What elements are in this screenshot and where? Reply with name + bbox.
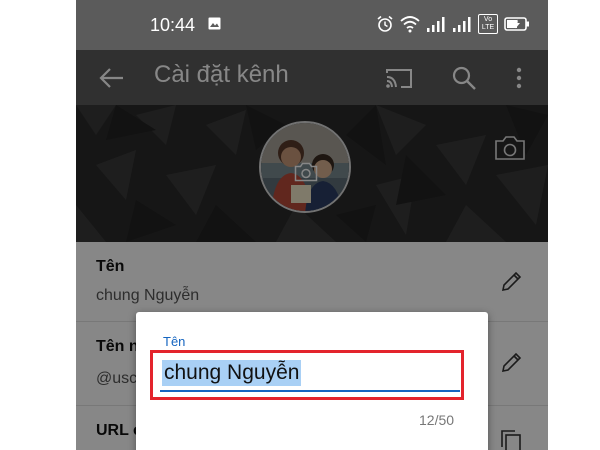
name-input-value[interactable]: chung Nguyễn bbox=[162, 360, 302, 386]
alarm-icon bbox=[377, 15, 393, 32]
battery-charging-icon bbox=[504, 17, 529, 31]
wifi-icon bbox=[400, 16, 420, 33]
volte-icon: Vo LTE bbox=[478, 14, 498, 34]
signal-icon bbox=[453, 17, 471, 32]
status-icons: Vo LTE bbox=[376, 13, 530, 35]
dialog-field-label: Tên bbox=[163, 334, 186, 349]
status-time: 10:44 bbox=[150, 15, 196, 35]
name-input[interactable]: chung Nguyễn bbox=[160, 352, 460, 392]
status-bar: 10:44 Vo LTE bbox=[76, 0, 548, 50]
gallery-icon bbox=[208, 17, 221, 30]
character-counter: 12/50 bbox=[419, 412, 455, 428]
signal-icon bbox=[427, 17, 445, 32]
edit-name-dialog: Tên chung Nguyễn 12/50 bbox=[136, 312, 488, 450]
